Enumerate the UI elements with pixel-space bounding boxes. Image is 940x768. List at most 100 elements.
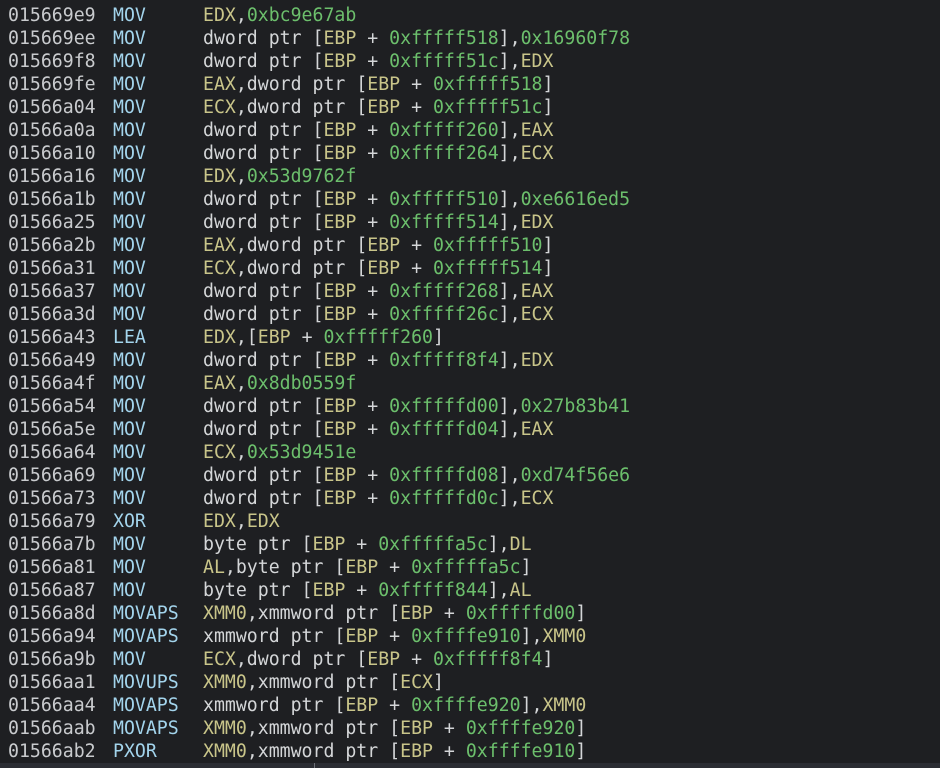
instruction-address[interactable]: 015669e9	[8, 4, 96, 27]
instruction-operands[interactable]: EDX,0xbc9e67ab	[203, 4, 356, 27]
instruction-row[interactable]: 01566a25 MOV dword ptr [EBP + 0xfffff514],…	[0, 211, 940, 234]
instruction-operands[interactable]: EAX,0x8db0559f	[203, 372, 356, 395]
operand-scalar[interactable]: 0xfffff264	[389, 143, 499, 164]
instruction-row[interactable]: 01566a73 MOV dword ptr [EBP + 0xfffffd0c],…	[0, 487, 940, 510]
operand-register[interactable]: XMM0	[203, 672, 247, 693]
instruction-row[interactable]: 015669e9 MOV EDX,0xbc9e67ab	[0, 4, 940, 27]
instruction-address[interactable]: 01566a79	[8, 510, 96, 533]
operand-register[interactable]: EBP	[345, 557, 378, 578]
instruction-operands[interactable]: EAX,dword ptr [EBP + 0xfffff510]	[203, 234, 553, 257]
operand-scalar[interactable]: 0xfffffd04	[389, 419, 499, 440]
instruction-operands[interactable]: XMM0,xmmword ptr [EBP + 0xfffffd00]	[203, 602, 586, 625]
instruction-address[interactable]: 01566a9b	[8, 648, 96, 671]
operand-scalar[interactable]: 0xfffff8f4	[433, 649, 543, 670]
operand-register[interactable]: EBP	[323, 465, 356, 486]
instruction-operands[interactable]: dword ptr [EBP + 0xfffff260],EAX	[203, 119, 553, 142]
operand-register[interactable]: ECX	[203, 649, 236, 670]
instruction-operands[interactable]: dword ptr [EBP + 0xfffff268],EAX	[203, 280, 553, 303]
instruction-address[interactable]: 01566a10	[8, 142, 96, 165]
instruction-mnemonic[interactable]: MOV	[113, 50, 146, 73]
instruction-operands[interactable]: XMM0,xmmword ptr [EBP + 0xffffe920]	[203, 717, 586, 740]
operand-register[interactable]: EBP	[345, 626, 378, 647]
instruction-address[interactable]: 015669fe	[8, 73, 96, 96]
instruction-mnemonic[interactable]: PXOR	[113, 740, 157, 763]
instruction-mnemonic[interactable]: MOVAPS	[113, 602, 179, 625]
instruction-operands[interactable]: dword ptr [EBP + 0xfffffd0c],ECX	[203, 487, 553, 510]
instruction-address[interactable]: 01566a25	[8, 211, 96, 234]
instruction-address[interactable]: 01566a04	[8, 96, 96, 119]
operand-register[interactable]: DL	[510, 534, 532, 555]
instruction-operands[interactable]: dword ptr [EBP + 0xfffffd08],0xd74f56e6	[203, 464, 630, 487]
operand-register[interactable]: ECX	[203, 442, 236, 463]
instruction-mnemonic[interactable]: MOV	[113, 142, 146, 165]
operand-register[interactable]: EBP	[345, 695, 378, 716]
instruction-operands[interactable]: EDX,[EBP + 0xfffff260]	[203, 326, 444, 349]
instruction-address[interactable]: 01566a81	[8, 556, 96, 579]
instruction-row[interactable]: 01566a87 MOV byte ptr [EBP + 0xfffff844],A…	[0, 579, 940, 602]
operand-scalar[interactable]: 0xfffff518	[433, 74, 543, 95]
operand-register[interactable]: EDX	[203, 5, 236, 26]
instruction-operands[interactable]: EDX,EDX	[203, 510, 280, 533]
operand-register[interactable]: EBP	[323, 350, 356, 371]
instruction-mnemonic[interactable]: MOV	[113, 372, 146, 395]
instruction-operands[interactable]: ECX,dword ptr [EBP + 0xfffff514]	[203, 257, 553, 280]
operand-scalar[interactable]: 0xfffffa5c	[411, 557, 521, 578]
panel-divider[interactable]	[314, 763, 315, 768]
instruction-address[interactable]: 01566a87	[8, 579, 96, 602]
operand-register[interactable]: EDX	[203, 166, 236, 187]
instruction-row[interactable]: 01566a69 MOV dword ptr [EBP + 0xfffffd08],…	[0, 464, 940, 487]
operand-register[interactable]: EBP	[367, 649, 400, 670]
operand-register[interactable]: EDX	[521, 212, 554, 233]
instruction-row[interactable]: 01566a8d MOVAPS XMM0,xmmword ptr [EBP + 0x…	[0, 602, 940, 625]
instruction-operands[interactable]: xmmword ptr [EBP + 0xffffe920],XMM0	[203, 694, 586, 717]
instruction-operands[interactable]: dword ptr [EBP + 0xfffff26c],ECX	[203, 303, 553, 326]
operand-register[interactable]: XMM0	[203, 718, 247, 739]
instruction-address[interactable]: 01566a1b	[8, 188, 96, 211]
instruction-mnemonic[interactable]: MOV	[113, 349, 146, 372]
operand-scalar[interactable]: 0xffffe910	[411, 626, 521, 647]
operand-register[interactable]: EBP	[323, 419, 356, 440]
operand-register[interactable]: EBP	[323, 396, 356, 417]
operand-register[interactable]: EDX	[521, 51, 554, 72]
operand-scalar[interactable]: 0xfffff8f4	[389, 350, 499, 371]
operand-register[interactable]: AL	[510, 580, 532, 601]
operand-scalar[interactable]: 0xfffff510	[389, 189, 499, 210]
instruction-row[interactable]: 01566a10 MOV dword ptr [EBP + 0xfffff264],…	[0, 142, 940, 165]
instruction-operands[interactable]: AL,byte ptr [EBP + 0xfffffa5c]	[203, 556, 532, 579]
instruction-row[interactable]: 01566a1b MOV dword ptr [EBP + 0xfffff510],…	[0, 188, 940, 211]
instruction-mnemonic[interactable]: MOVAPS	[113, 717, 179, 740]
operand-scalar[interactable]: 0x27b83b41	[521, 396, 631, 417]
operand-scalar[interactable]: 0xfffff26c	[389, 304, 499, 325]
instruction-address[interactable]: 01566ab2	[8, 740, 96, 763]
instruction-mnemonic[interactable]: MOVAPS	[113, 625, 179, 648]
instruction-address[interactable]: 01566a43	[8, 326, 96, 349]
instruction-row[interactable]: 01566ab2 PXOR XMM0,xmmword ptr [EBP + 0xff…	[0, 740, 940, 763]
operand-register[interactable]: ECX	[203, 258, 236, 279]
operand-register[interactable]: EDX	[203, 511, 236, 532]
operand-register[interactable]: EBP	[367, 258, 400, 279]
operand-register[interactable]: EBP	[323, 488, 356, 509]
operand-scalar[interactable]: 0xfffff268	[389, 281, 499, 302]
instruction-operands[interactable]: ECX,dword ptr [EBP + 0xfffff8f4]	[203, 648, 553, 671]
instruction-address[interactable]: 01566a49	[8, 349, 96, 372]
instruction-operands[interactable]: byte ptr [EBP + 0xfffffa5c],DL	[203, 533, 532, 556]
instruction-address[interactable]: 01566a64	[8, 441, 96, 464]
operand-register[interactable]: EBP	[323, 189, 356, 210]
operand-scalar[interactable]: 0xfffff514	[389, 212, 499, 233]
instruction-operands[interactable]: EAX,dword ptr [EBP + 0xfffff518]	[203, 73, 553, 96]
instruction-row[interactable]: 01566a4f MOV EAX,0x8db0559f	[0, 372, 940, 395]
instruction-row[interactable]: 01566a0a MOV dword ptr [EBP + 0xfffff260],…	[0, 119, 940, 142]
instruction-mnemonic[interactable]: MOV	[113, 188, 146, 211]
instruction-operands[interactable]: dword ptr [EBP + 0xfffff264],ECX	[203, 142, 553, 165]
instruction-row[interactable]: 01566a79 XOR EDX,EDX	[0, 510, 940, 533]
instruction-operands[interactable]: dword ptr [EBP + 0xfffffd04],EAX	[203, 418, 553, 441]
instruction-row[interactable]: 01566a04 MOV ECX,dword ptr [EBP + 0xfffff5…	[0, 96, 940, 119]
operand-register[interactable]: ECX	[521, 304, 554, 325]
operand-register[interactable]: EAX	[521, 419, 554, 440]
instruction-mnemonic[interactable]: MOV	[113, 579, 146, 602]
operand-register[interactable]: EBP	[323, 143, 356, 164]
instruction-mnemonic[interactable]: MOVUPS	[113, 671, 179, 694]
instruction-row[interactable]: 01566a3d MOV dword ptr [EBP + 0xfffff26c],…	[0, 303, 940, 326]
instruction-row[interactable]: 01566a31 MOV ECX,dword ptr [EBP + 0xfffff5…	[0, 257, 940, 280]
operand-register[interactable]: EBP	[323, 212, 356, 233]
